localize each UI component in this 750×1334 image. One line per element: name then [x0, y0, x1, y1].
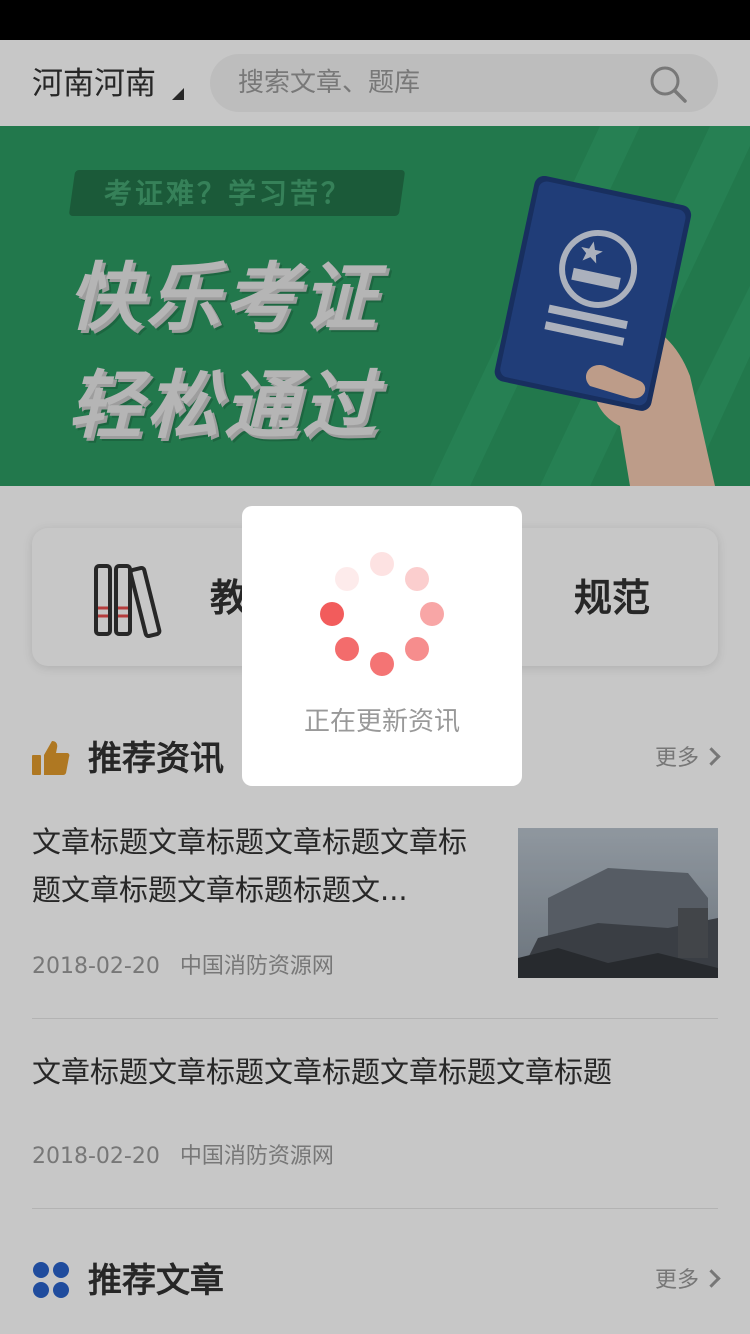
page: 河南河南 考证难？学习苦？ 快乐考证 轻松通过	[0, 40, 750, 1334]
loading-dialog: 正在更新资讯	[242, 506, 522, 786]
status-bar	[0, 0, 750, 40]
loading-text: 正在更新资讯	[303, 707, 460, 737]
loading-spinner-icon	[320, 552, 444, 676]
